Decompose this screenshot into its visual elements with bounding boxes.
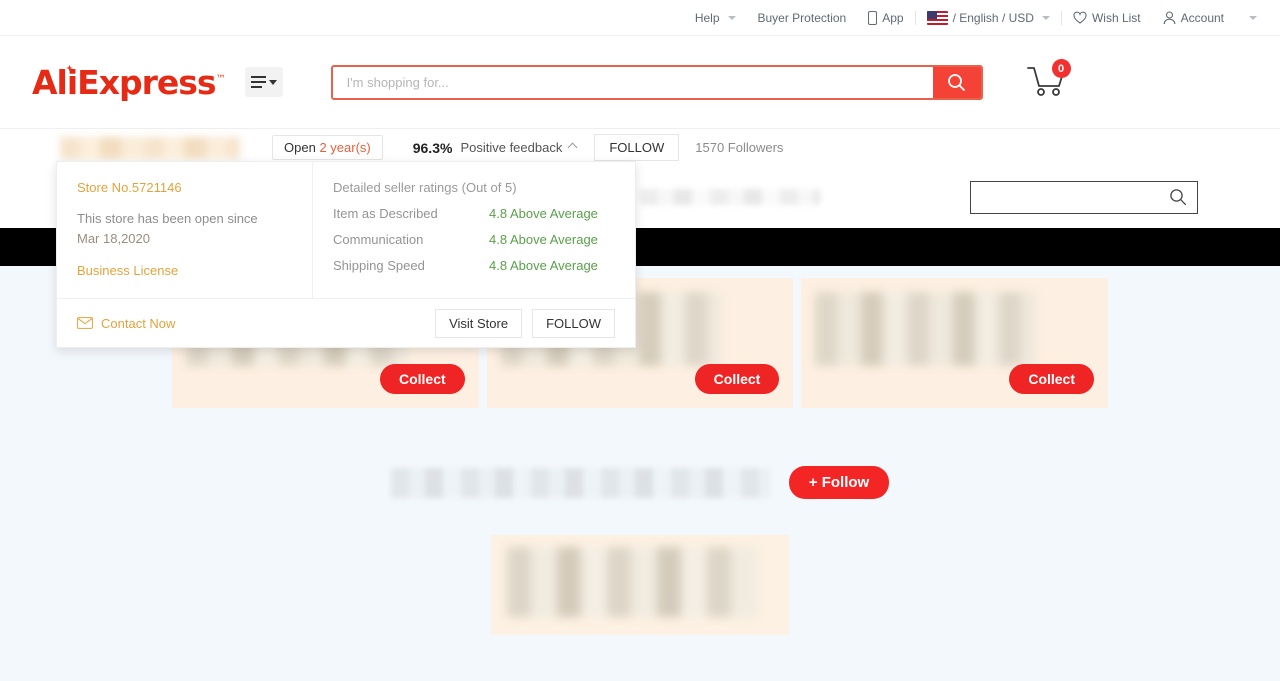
visit-store-button[interactable]: Visit Store	[435, 309, 522, 338]
panel-follow-button[interactable]: FOLLOW	[532, 309, 615, 338]
rating-row: Item as Described 4.8 Above Average	[333, 206, 615, 221]
open-years-value: 2 year(s)	[319, 140, 370, 155]
rating-name: Communication	[333, 232, 489, 247]
store-details-body: Store No.5721146 This store has been ope…	[57, 162, 635, 298]
cart-count-badge: 0	[1052, 59, 1071, 78]
coupon-card: Collect	[801, 278, 1108, 408]
search-bar	[331, 65, 983, 100]
store-open-since: This store has been open since Mar 18,20…	[77, 209, 292, 249]
logo-text: AliExpress	[32, 63, 216, 102]
chevron-down-icon	[1249, 16, 1257, 20]
store-search-bar	[970, 181, 1198, 214]
chevron-down-icon	[1042, 16, 1050, 20]
open-since-label: This store has been open since	[77, 211, 258, 226]
chevron-down-icon	[269, 80, 277, 85]
account-label: Account	[1181, 11, 1224, 25]
us-flag-icon	[927, 11, 948, 25]
logo-trademark: ™	[216, 74, 225, 85]
app-label: App	[882, 11, 903, 25]
top-utility-bar: Help Buyer Protection App / English / US…	[0, 0, 1280, 36]
rating-row: Communication 4.8 Above Average	[333, 232, 615, 247]
coupon-details-redacted	[815, 292, 1036, 366]
contact-now-link[interactable]: Contact Now	[77, 316, 175, 331]
account-menu[interactable]: Account	[1152, 0, 1235, 36]
promo-card	[491, 535, 789, 635]
detailed-seller-ratings-title: Detailed seller ratings (Out of 5)	[333, 180, 615, 195]
dsr-subtitle-text: (Out of 5)	[462, 180, 517, 195]
wish-list-link[interactable]: Wish List	[1062, 0, 1152, 36]
search-icon[interactable]	[1169, 188, 1187, 206]
store-search-input[interactable]	[981, 190, 1169, 205]
shopping-cart-button[interactable]: 0	[1023, 61, 1069, 103]
promo-card-redacted	[507, 547, 757, 617]
store-details-footer: Contact Now Visit Store FOLLOW	[57, 298, 635, 347]
business-license-link[interactable]: Business License	[77, 263, 292, 278]
store-follow-section: + Follow	[0, 466, 1280, 499]
buyer-protection-label: Buyer Protection	[758, 11, 847, 25]
open-since-date: Mar 18,2020	[77, 231, 150, 246]
wish-list-label: Wish List	[1092, 11, 1141, 25]
store-follow-text-redacted	[391, 468, 771, 498]
mobile-phone-icon	[868, 11, 877, 25]
rating-value: 4.8 Above Average	[489, 232, 598, 247]
store-follow-button[interactable]: FOLLOW	[594, 134, 679, 161]
locale-selector[interactable]: / English / USD	[916, 0, 1061, 36]
buyer-protection-link[interactable]: Buyer Protection	[747, 0, 858, 36]
store-open-duration-badge: Open 2 year(s)	[272, 135, 383, 160]
collect-button[interactable]: Collect	[695, 364, 780, 394]
followers-count: 1570 Followers	[695, 140, 783, 155]
store-number-link[interactable]: Store No.5721146	[77, 180, 292, 195]
feedback-label: Positive feedback	[460, 140, 562, 155]
search-icon	[947, 73, 966, 92]
chevron-up-icon[interactable]	[568, 143, 578, 153]
contact-now-label: Contact Now	[101, 316, 175, 331]
rating-value: 4.8 Above Average	[489, 258, 598, 273]
chevron-down-icon	[728, 16, 736, 20]
aliexpress-logo[interactable]: AliExpress™	[32, 63, 225, 102]
account-caret[interactable]	[1235, 0, 1268, 36]
help-label: Help	[695, 11, 720, 25]
follow-store-button[interactable]: + Follow	[789, 466, 889, 499]
collect-button[interactable]: Collect	[380, 364, 465, 394]
open-prefix-label: Open	[284, 140, 316, 155]
collect-button[interactable]: Collect	[1009, 364, 1094, 394]
hamburger-icon	[251, 76, 266, 88]
site-header: AliExpress™ 0	[0, 36, 1280, 128]
search-button[interactable]	[933, 67, 981, 98]
store-details-dropdown: Store No.5721146 This store has been ope…	[56, 161, 636, 348]
locale-label: / English / USD	[953, 11, 1034, 25]
categories-button[interactable]	[245, 67, 283, 97]
dsr-title-text: Detailed seller ratings	[333, 180, 458, 195]
person-icon	[1163, 11, 1176, 25]
rating-row: Shipping Speed 4.8 Above Average	[333, 258, 615, 273]
feedback-score: 96.3%	[413, 140, 453, 156]
help-menu[interactable]: Help	[684, 0, 747, 36]
rating-name: Shipping Speed	[333, 258, 489, 273]
rating-name: Item as Described	[333, 206, 489, 221]
envelope-icon	[77, 317, 93, 329]
rating-value: 4.8 Above Average	[489, 206, 598, 221]
search-input[interactable]	[333, 67, 933, 98]
heart-icon	[1073, 11, 1087, 24]
seller-ratings-column: Detailed seller ratings (Out of 5) Item …	[313, 162, 635, 298]
store-nav-redacted	[640, 189, 820, 205]
store-meta-column: Store No.5721146 This store has been ope…	[57, 162, 313, 298]
store-name-redacted	[60, 137, 240, 159]
app-link[interactable]: App	[857, 0, 914, 36]
